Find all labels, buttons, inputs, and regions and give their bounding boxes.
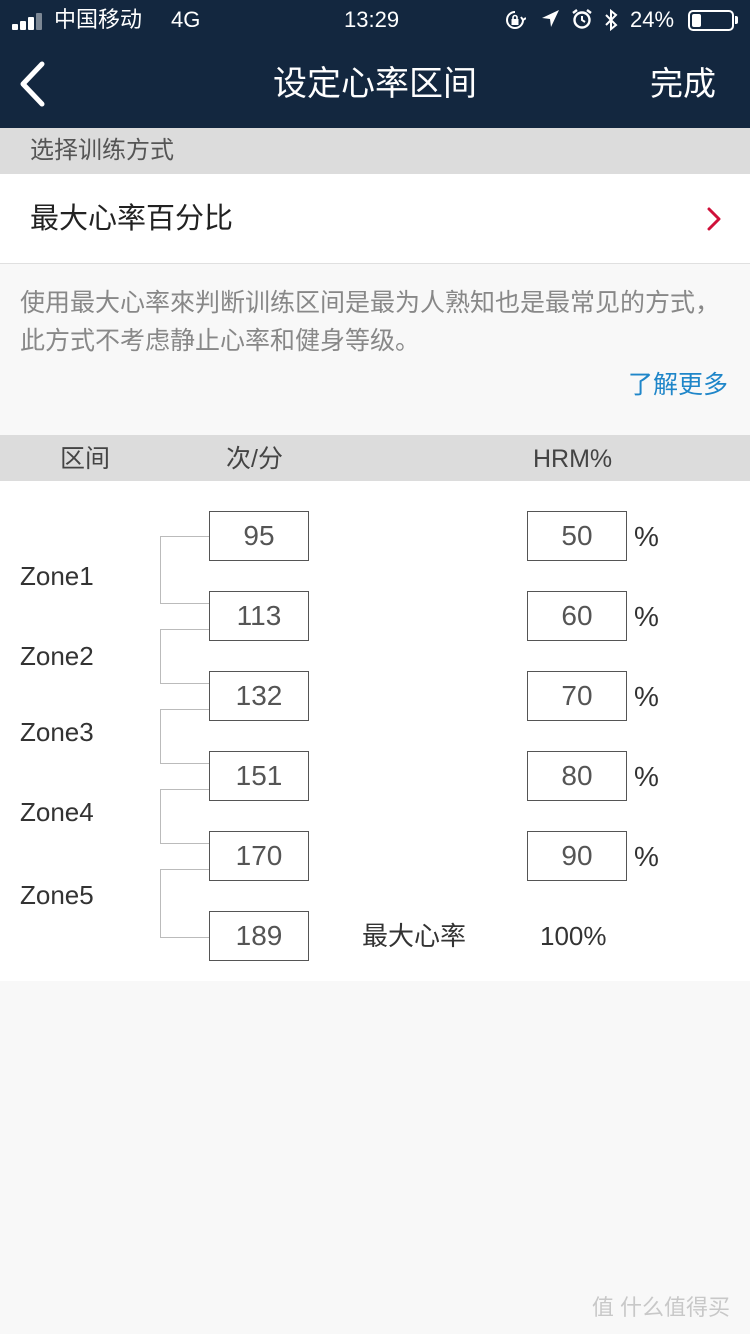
watermark: 值 什么值得买 — [591, 1295, 730, 1320]
hrm-percent-input[interactable]: 70 — [527, 671, 627, 721]
percent-sign: % — [634, 761, 659, 792]
location-arrow-icon — [542, 10, 559, 27]
percent-sign: % — [634, 521, 659, 552]
learn-more-link[interactable]: 了解更多 — [628, 366, 728, 404]
orientation-lock-icon — [506, 11, 526, 29]
clock: 13:29 — [344, 7, 400, 32]
percent-sign: % — [634, 841, 659, 872]
training-method-selector[interactable]: 最大心率百分比 — [0, 174, 750, 264]
bpm-input[interactable]: 113 — [209, 591, 309, 641]
zone-label: Zone4 — [20, 797, 94, 827]
zone4-bracket — [160, 789, 210, 844]
zone-table-header: 区间 次/分 HRM% — [0, 435, 750, 481]
max-bpm-input[interactable]: 189 — [209, 911, 309, 961]
bpm-input[interactable]: 132 — [209, 671, 309, 721]
hrm-percent-input[interactable]: 60 — [527, 591, 627, 641]
method-section-title: 选择训练方式 — [30, 137, 174, 164]
bluetooth-icon — [605, 8, 618, 32]
signal-strength-icon — [12, 12, 48, 30]
alarm-icon — [572, 9, 592, 29]
status-bar: 中国移动 4G 13:29 24% — [0, 0, 750, 40]
bpm-input[interactable]: 151 — [209, 751, 309, 801]
zone-label: Zone3 — [20, 717, 94, 747]
percent-sign: % — [634, 681, 659, 712]
bpm-input[interactable]: 95 — [209, 511, 309, 561]
hrm-percent-input[interactable]: 80 — [527, 751, 627, 801]
hrm-percent-input[interactable]: 90 — [527, 831, 627, 881]
bpm-column-header: 次/分 — [226, 445, 283, 473]
battery-cap — [735, 16, 738, 24]
zone1-bracket — [160, 536, 210, 604]
chevron-right-icon — [707, 207, 721, 231]
max-heart-rate-label: 最大心率 — [362, 921, 467, 951]
hrm-column-header: HRM% — [533, 445, 613, 473]
zone-column-header: 区间 — [60, 445, 111, 473]
hrm-percent-input[interactable]: 50 — [527, 511, 627, 561]
battery-icon — [688, 10, 734, 31]
max-heart-rate-percent: 100% — [540, 921, 607, 951]
method-section-header: 选择训练方式 — [0, 128, 750, 174]
done-button[interactable]: 完成 — [650, 64, 716, 104]
carrier-name: 中国移动 — [54, 7, 143, 32]
zone3-bracket — [160, 709, 210, 764]
page-title: 设定心率区间 — [273, 65, 477, 103]
zone2-bracket — [160, 629, 210, 684]
bpm-input[interactable]: 170 — [209, 831, 309, 881]
percent-sign: % — [634, 601, 659, 632]
zone-label: Zone1 — [20, 561, 94, 591]
navigation-bar: 设定心率区间 完成 — [0, 40, 750, 128]
method-description: 使用最大心率來判断训练区间是最为人熟知也是最常见的方式，此方式不考虑静止心率和健… — [20, 289, 721, 355]
zone-label: Zone5 — [20, 880, 94, 910]
zone-label: Zone2 — [20, 641, 94, 671]
zone5-bracket — [160, 869, 210, 938]
battery-percentage: 24% — [630, 7, 675, 32]
zone-editor: Zone1 Zone2 Zone3 Zone4 Zone5 95 113 132… — [0, 481, 750, 981]
training-method-value: 最大心率百分比 — [30, 203, 234, 235]
network-type: 4G — [171, 7, 201, 32]
